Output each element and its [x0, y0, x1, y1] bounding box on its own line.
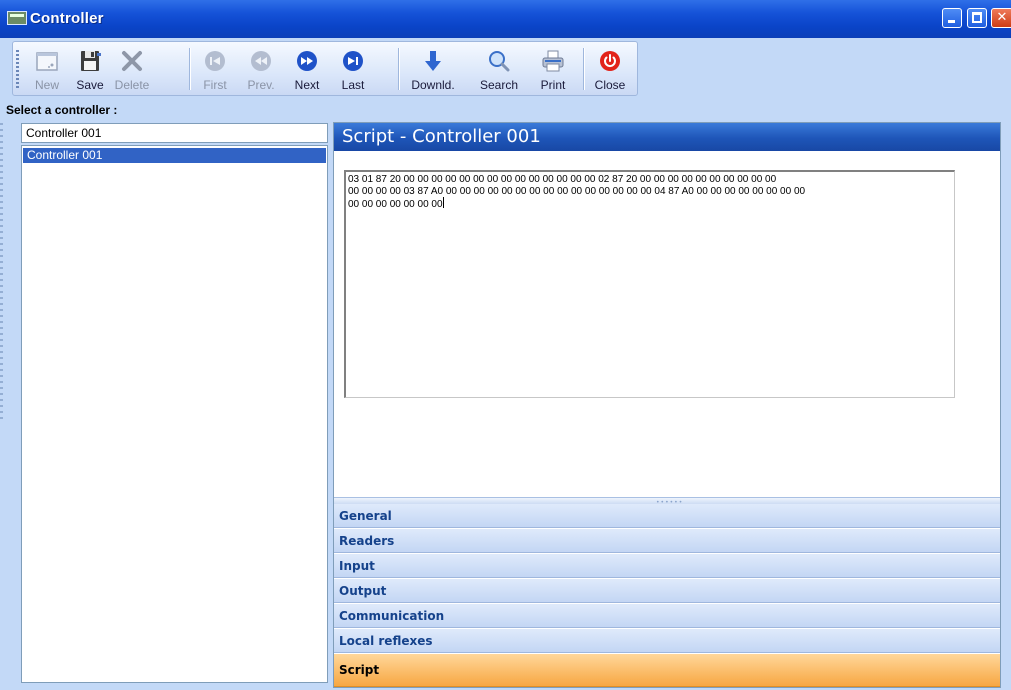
next-button-label: Next [294, 78, 320, 92]
select-controller-label: Select a controller : [6, 103, 118, 117]
title-bar[interactable]: Controller ✕ [0, 0, 1011, 38]
first-record-icon [205, 51, 225, 71]
script-line: 00 00 00 00 03 87 A0 00 00 00 00 00 00 0… [348, 185, 806, 197]
nav-item-script[interactable]: Script [334, 654, 1000, 687]
nav-item-communication[interactable]: Communication [334, 604, 1000, 628]
download-button[interactable]: Downld. [411, 45, 455, 93]
first-button[interactable]: First [193, 45, 237, 93]
magnifier-icon [489, 51, 510, 72]
previous-record-icon [251, 51, 271, 71]
controller-window: Controller ✕ New Save Delete First Prev.… [0, 0, 1011, 690]
list-item[interactable]: Controller 001 [23, 148, 326, 163]
window-close-button[interactable]: ✕ [991, 8, 1011, 28]
first-button-label: First [203, 78, 227, 92]
search-button[interactable]: Search [477, 45, 521, 93]
print-button[interactable]: Print [531, 45, 575, 93]
toolbar-grip[interactable] [16, 50, 19, 90]
power-close-icon [600, 51, 620, 71]
prev-button[interactable]: Prev. [239, 45, 283, 93]
minimize-icon [948, 20, 955, 23]
last-record-icon [343, 51, 363, 71]
splitter-grip[interactable] [0, 123, 3, 423]
new-document-icon [36, 52, 58, 71]
controller-search-field[interactable]: Controller 001 [21, 123, 328, 143]
close-x-icon: ✕ [996, 10, 1008, 25]
last-button[interactable]: Last [331, 45, 375, 93]
main-toolbar: New Save Delete First Prev. Next Last Do… [12, 41, 638, 96]
nav-item-output[interactable]: Output [334, 579, 1000, 603]
download-button-label: Downld. [411, 78, 455, 92]
minimize-button[interactable] [942, 8, 962, 28]
delete-button[interactable]: Delete [110, 45, 154, 93]
next-button[interactable]: Next [285, 45, 329, 93]
nav-item-input[interactable]: Input [334, 554, 1000, 578]
next-record-icon [297, 51, 317, 71]
toolbar-separator [398, 48, 399, 90]
print-button-label: Print [540, 78, 566, 92]
download-arrow-icon [425, 51, 441, 71]
printer-icon [542, 50, 564, 72]
nav-item-local-reflexes[interactable]: Local reflexes [334, 629, 1000, 653]
nav-item-readers[interactable]: Readers [334, 529, 1000, 553]
new-button[interactable]: New [25, 45, 69, 93]
panel-splitter[interactable]: •••••• [334, 497, 1000, 506]
nav-item-general[interactable]: General [334, 504, 1000, 528]
controller-list[interactable]: Controller 001 [21, 145, 328, 683]
panel-header: Script - Controller 001 [334, 123, 1000, 151]
script-textarea[interactable]: 03 01 87 20 00 00 00 00 00 00 00 00 00 0… [344, 170, 955, 398]
controller-app-icon [7, 11, 27, 25]
text-caret [442, 197, 444, 208]
last-button-label: Last [341, 78, 365, 92]
prev-button-label: Prev. [247, 78, 275, 92]
close-button[interactable]: Close [588, 45, 632, 93]
script-line: 00 00 00 00 00 00 00 [348, 199, 443, 210]
details-panel: Script - Controller 001 03 01 87 20 00 0… [333, 122, 1001, 688]
delete-button-label: Delete [114, 78, 150, 92]
maximize-button[interactable] [967, 8, 987, 28]
maximize-icon [972, 12, 982, 23]
save-icon [81, 51, 101, 71]
script-line: 03 01 87 20 00 00 00 00 00 00 00 00 00 0… [348, 174, 777, 185]
close-button-label: Close [594, 78, 626, 92]
search-button-label: Search [479, 78, 519, 92]
window-title: Controller [30, 10, 104, 27]
delete-x-icon [122, 51, 142, 71]
